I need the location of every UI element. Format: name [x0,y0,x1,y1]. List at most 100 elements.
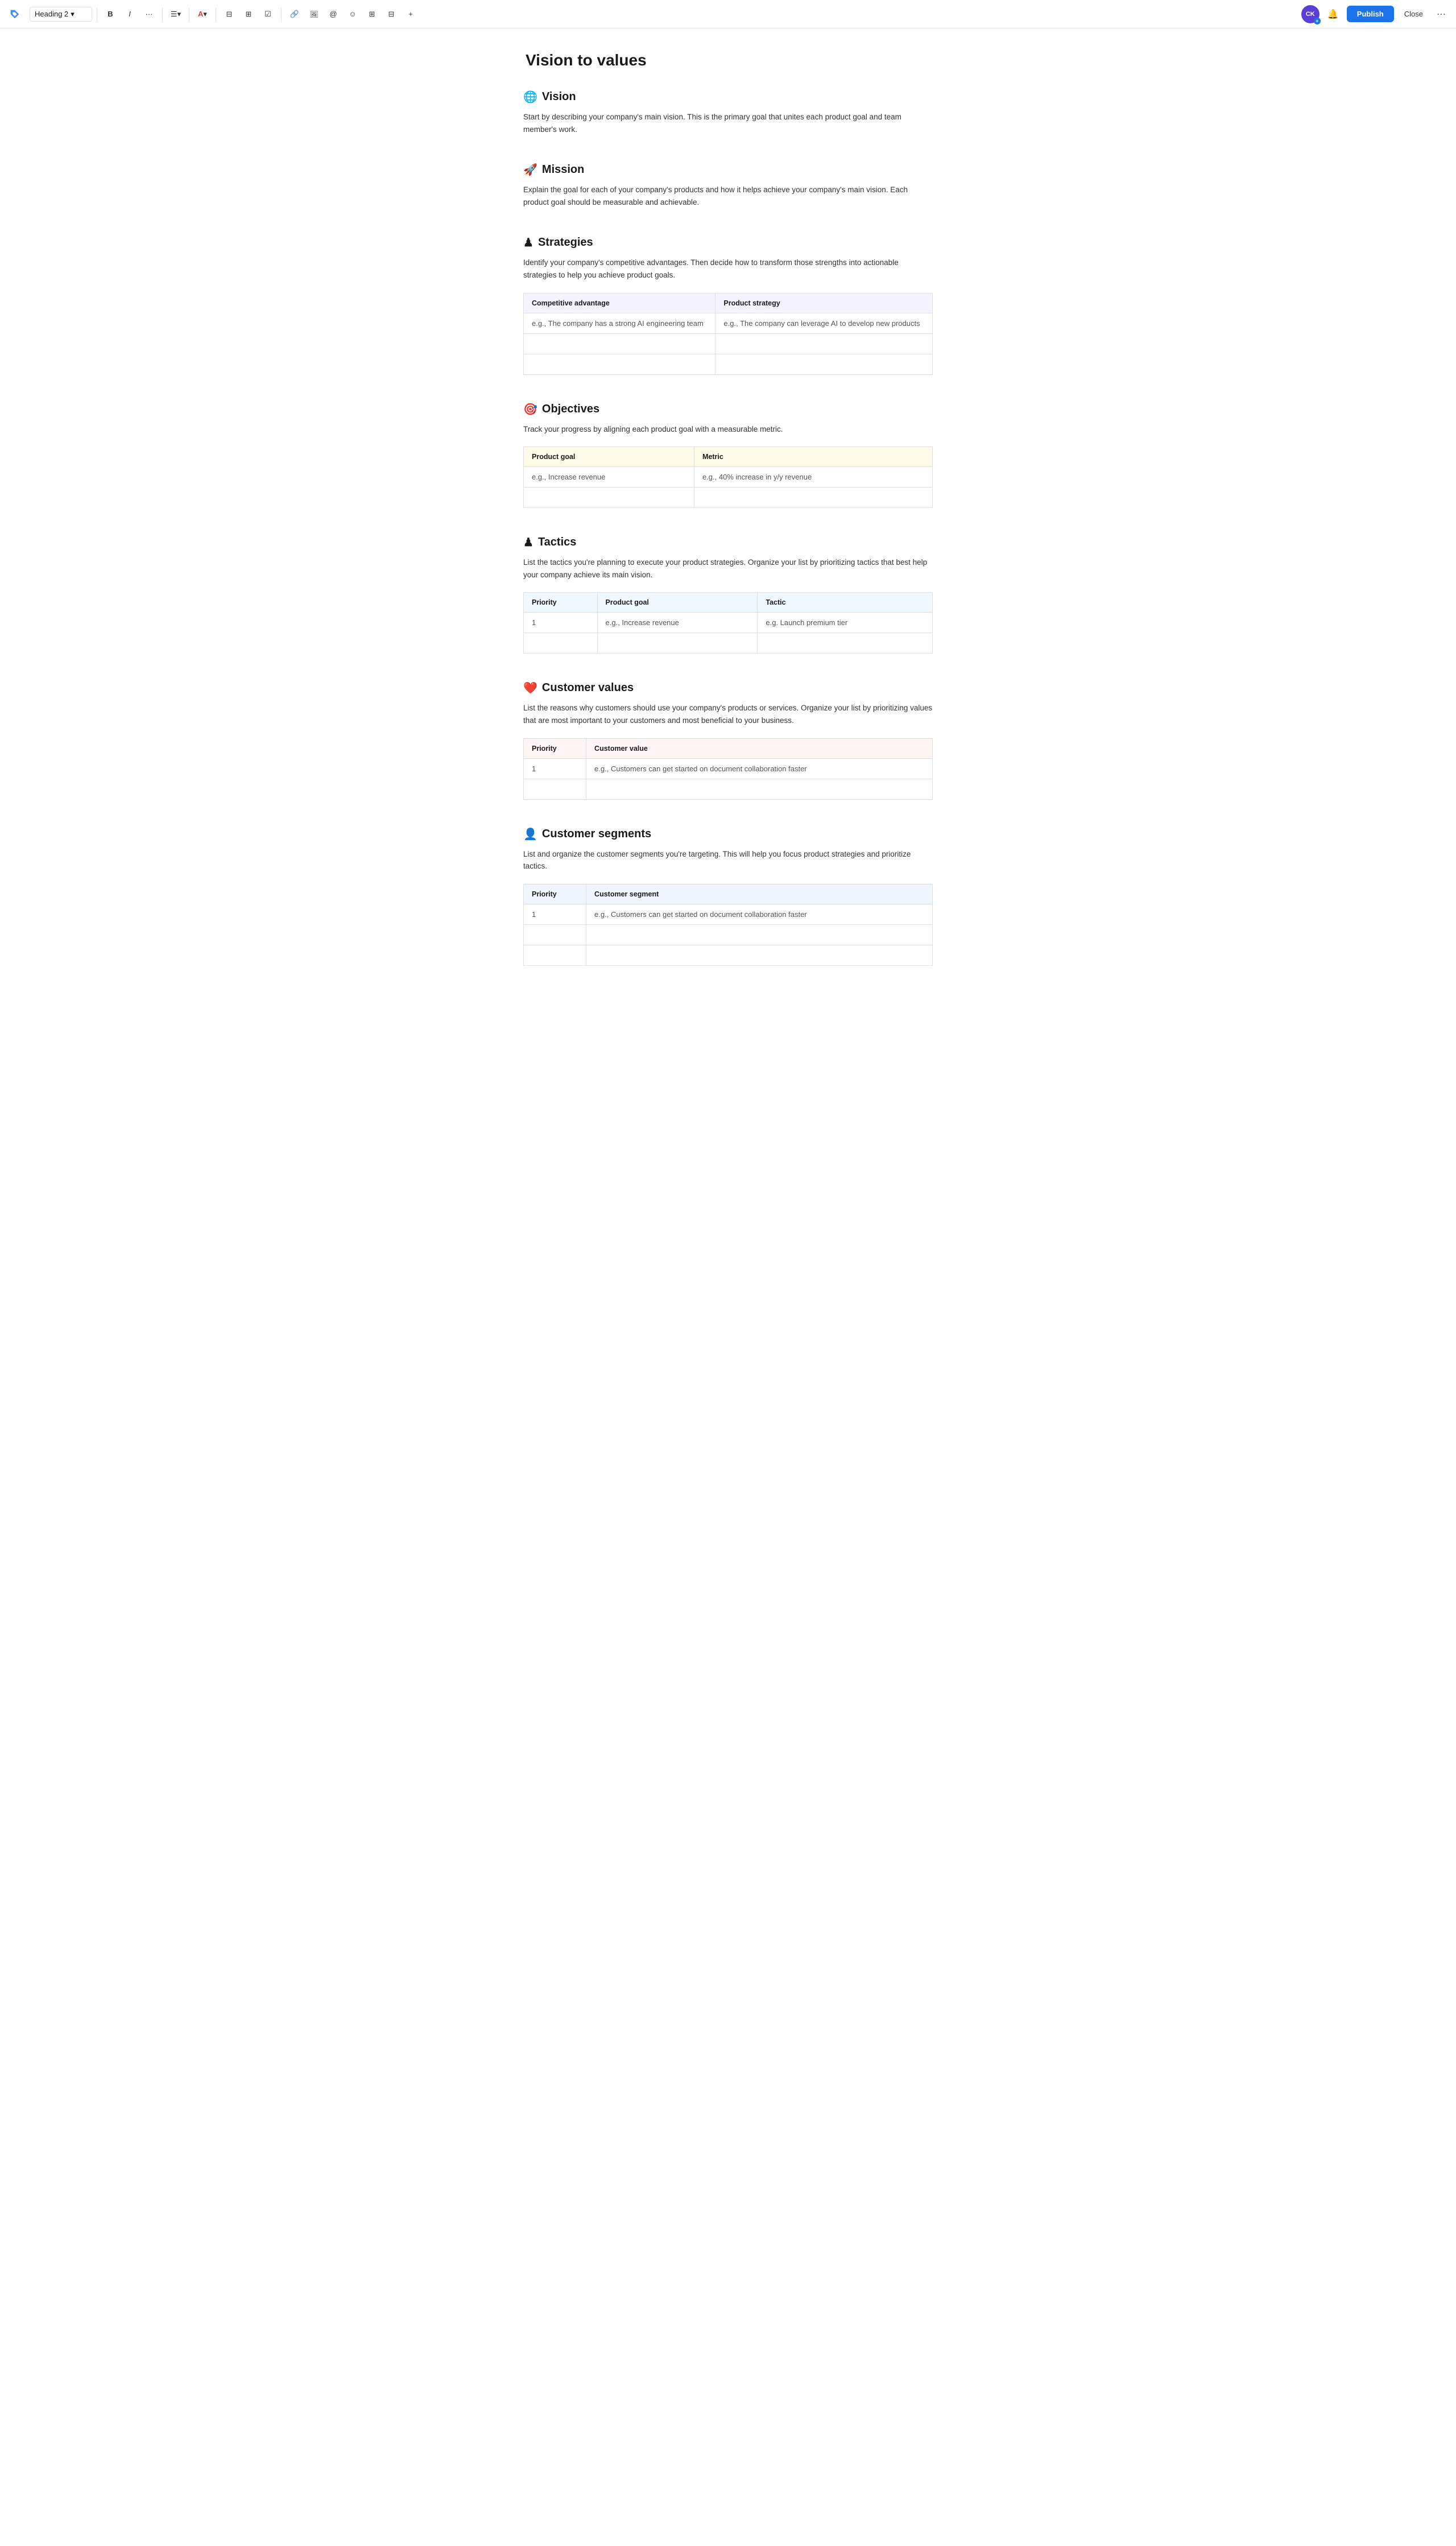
table-row[interactable] [524,945,933,965]
table-cell[interactable] [524,633,598,654]
table-cell[interactable] [715,354,933,374]
image-button[interactable]: 🖼 [305,6,322,23]
table-objectives: Product goalMetrice.g., Increase revenue… [523,447,933,508]
text-customer-segments: List and organize the customer segments … [523,848,933,873]
ordered-list-button[interactable]: ⊞ [240,6,257,23]
heading-text-objectives: Objectives [542,403,599,416]
table-cell[interactable] [524,924,586,945]
heading-selector[interactable]: Heading 2 ▾ [30,7,92,22]
table-cell[interactable] [524,487,694,508]
table-cell[interactable]: e.g., Increase revenue [597,613,758,633]
table-header: Product strategy [715,293,933,313]
mention-button[interactable]: @ [325,6,342,23]
heading-text-vision: Vision [542,90,576,104]
mention-icon: @ [329,10,337,18]
more-options-button[interactable]: ⋯ [1433,6,1449,22]
bold-button[interactable]: B [102,6,119,23]
avatar-button[interactable]: CK + [1301,5,1320,23]
table-row[interactable] [524,924,933,945]
table-cell[interactable]: e.g., Increase revenue [524,467,694,487]
more-options-icon: ⋯ [1437,10,1446,19]
table-cell[interactable]: e.g., The company has a strong AI engine… [524,313,715,333]
more-plus-button[interactable]: + [402,6,419,23]
page-title[interactable]: Vision to values [523,51,933,69]
table-header: Priority [524,593,598,613]
table-cell[interactable]: e.g., 40% increase in y/y revenue [694,467,932,487]
text-mission: Explain the goal for each of your compan… [523,184,933,208]
text-strategies: Identify your company's competitive adva… [523,257,933,281]
notifications-button[interactable]: 🔔 [1324,5,1342,23]
table-strategies: Competitive advantageProduct strategye.g… [523,293,933,375]
document-content: Vision to values 🌐VisionStart by describ… [512,28,944,1039]
table-row[interactable] [524,633,933,654]
section-tactics: ♟TacticsList the tactics you're planning… [523,535,933,654]
columns-button[interactable]: ⊟ [383,6,400,23]
ordered-list-icon: ⊞ [246,10,252,19]
table-customer-segments: PriorityCustomer segment1e.g., Customers… [523,884,933,966]
table-cell[interactable]: 1 [524,613,598,633]
table-cell[interactable] [524,945,586,965]
emoji-button[interactable]: ☺ [344,6,361,23]
toolbar: Heading 2 ▾ B I ··· ☰ ▾ A ▾ ⊟ ⊞ ☑ 🔗 🖼 @ … [0,0,1456,28]
link-icon: 🔗 [290,10,299,19]
table-cell[interactable] [715,333,933,354]
bell-icon: 🔔 [1327,9,1339,20]
table-cell[interactable] [586,779,933,799]
table-row[interactable] [524,487,933,508]
todo-button[interactable]: ☑ [259,6,276,23]
heading-text-strategies: Strategies [538,236,593,249]
table-row[interactable] [524,779,933,799]
table-cell[interactable]: e.g. Launch premium tier [758,613,933,633]
table-cell[interactable] [524,333,715,354]
table-cell[interactable] [758,633,933,654]
section-customer-segments: 👤Customer segmentsList and organize the … [523,827,933,966]
heading-text-mission: Mission [542,163,584,176]
emoji-mission: 🚀 [523,163,537,177]
text-color-button[interactable]: A ▾ [194,6,211,23]
link-button[interactable]: 🔗 [286,6,303,23]
table-cell[interactable]: 1 [524,904,586,924]
image-icon: 🖼 [309,10,318,18]
table-cell[interactable]: e.g., Customers can get started on docum… [586,758,933,779]
table-row[interactable]: 1e.g., Customers can get started on docu… [524,904,933,924]
text-objectives: Track your progress by aligning each pro… [523,423,933,436]
close-button[interactable]: Close [1399,6,1429,22]
section-mission: 🚀 Mission Explain the goal for each of you… [523,163,933,208]
table-button[interactable]: ⊞ [363,6,380,23]
table-cell[interactable]: 1 [524,758,586,779]
more-text-button[interactable]: ··· [140,6,158,23]
table-header: Metric [694,447,932,467]
table-row[interactable]: e.g., Increase revenuee.g., 40% increase… [524,467,933,487]
table-cell[interactable] [524,354,715,374]
avatar-plus-icon: + [1314,18,1321,24]
table-cell[interactable]: e.g., The company can leverage AI to dev… [715,313,933,333]
heading-customer-values: ❤️Customer values [523,681,933,695]
heading-text-customer-segments: Customer segments [542,828,651,841]
italic-button[interactable]: I [121,6,138,23]
bullet-list-button[interactable]: ⊟ [221,6,238,23]
text-color-chevron: ▾ [203,10,207,19]
table-cell[interactable] [586,945,933,965]
heading-text-customer-values: Customer values [542,681,634,695]
table-cell[interactable] [586,924,933,945]
table-row[interactable]: e.g., The company has a strong AI engine… [524,313,933,333]
align-button[interactable]: ☰ ▾ [167,6,184,23]
divider-2 [162,7,163,21]
table-row[interactable] [524,354,933,374]
text-color-icon: A [198,10,203,18]
table-header: Priority [524,738,586,758]
bullet-list-icon: ⊟ [226,10,233,19]
table-cell[interactable]: e.g., Customers can get started on docum… [586,904,933,924]
table-cell[interactable] [524,779,586,799]
table-cell[interactable] [694,487,932,508]
table-row[interactable] [524,333,933,354]
publish-button[interactable]: Publish [1347,6,1394,22]
text-vision: Start by describing your company's main … [523,111,933,135]
divider-5 [281,7,282,21]
table-customer-values: PriorityCustomer value1e.g., Customers c… [523,738,933,800]
table-cell[interactable] [597,633,758,654]
table-row[interactable]: 1e.g., Increase revenuee.g. Launch premi… [524,613,933,633]
heading-mission: 🚀 Mission [523,163,933,177]
table-row[interactable]: 1e.g., Customers can get started on docu… [524,758,933,779]
table-header: Product goal [524,447,694,467]
